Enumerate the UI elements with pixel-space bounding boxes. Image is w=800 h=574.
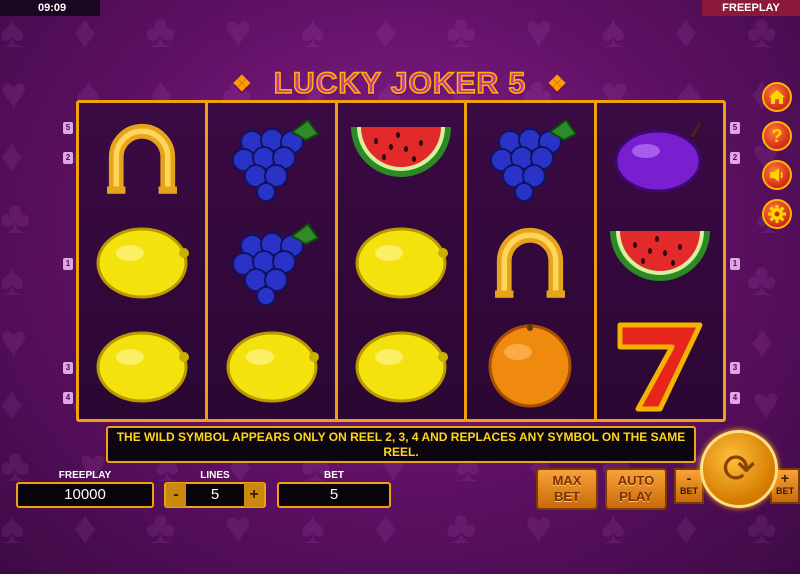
- grapes-icon: [490, 118, 578, 202]
- horseshoe-icon: [495, 227, 566, 298]
- orange-symbol: [467, 313, 593, 417]
- lemon-icon: [226, 331, 319, 403]
- help-icon: ?: [771, 125, 783, 146]
- gear-icon: [768, 205, 786, 223]
- max-bet-button[interactable]: MAX BET: [536, 468, 598, 510]
- payline-marker[interactable]: 5: [63, 122, 73, 134]
- watermelon-symbol: [597, 209, 723, 313]
- horseshoe-symbol: [467, 209, 593, 313]
- ornament-right-icon: ❖: [547, 71, 568, 96]
- ornament-left-icon: ❖: [232, 71, 253, 96]
- horseshoe-symbol: [79, 105, 205, 209]
- reel-5: [596, 103, 724, 419]
- mode-badge: FREEPLAY: [702, 0, 800, 16]
- lemon-icon: [96, 331, 190, 403]
- lemon-icon: [96, 227, 190, 299]
- grapes-symbol: [208, 105, 334, 209]
- bet-label: BET: [324, 470, 344, 481]
- auto-play-line2: PLAY: [619, 489, 653, 504]
- reel-4: [467, 103, 597, 419]
- max-bet-line2: BET: [554, 489, 580, 504]
- lines-minus-button[interactable]: -: [166, 483, 186, 507]
- reel-1: [79, 103, 209, 419]
- reel-2: [208, 103, 338, 419]
- payline-marker[interactable]: 3: [730, 362, 740, 374]
- reels-frame: [76, 100, 726, 422]
- lemon-symbol: [338, 209, 464, 313]
- grapes-icon: [231, 222, 320, 306]
- watermelon-icon: [351, 127, 452, 177]
- payline-marker[interactable]: 4: [63, 392, 73, 404]
- watermelon-icon: [609, 231, 710, 281]
- sound-button[interactable]: [762, 160, 792, 190]
- payline-marker[interactable]: 2: [730, 152, 740, 164]
- reel-3: [337, 103, 468, 419]
- plum-icon: [614, 122, 702, 193]
- seven-symbol: [597, 313, 723, 417]
- auto-play-line1: AUTO: [617, 473, 655, 488]
- grapes-symbol: [467, 105, 593, 209]
- lemon-symbol: [338, 313, 464, 417]
- spin-button[interactable]: ⟳: [700, 430, 778, 508]
- lemon-symbol: [79, 209, 205, 313]
- lines-plus-button[interactable]: +: [244, 483, 264, 507]
- clock: 09:09: [0, 0, 100, 16]
- settings-button[interactable]: [762, 199, 792, 229]
- lines-value: 5: [210, 486, 220, 503]
- freeplay-label: FREEPLAY: [58, 470, 112, 481]
- bet-value: 5: [277, 482, 391, 508]
- orange-icon: [488, 324, 572, 408]
- grapes-symbol: [208, 209, 334, 313]
- max-bet-line1: MAX: [552, 473, 582, 488]
- help-button[interactable]: ?: [762, 121, 792, 151]
- freeplay-balance: 10000: [16, 482, 154, 508]
- payline-marker[interactable]: 1: [63, 258, 73, 270]
- payline-marker[interactable]: 5: [730, 122, 740, 134]
- seven-icon: [617, 322, 703, 412]
- payline-marker[interactable]: 1: [730, 258, 740, 270]
- home-button[interactable]: [762, 82, 792, 112]
- payline-marker[interactable]: 2: [63, 152, 73, 164]
- bet-plus-label: BET: [776, 486, 794, 496]
- auto-play-button[interactable]: AUTO PLAY: [605, 468, 667, 510]
- lines-label: LINES: [200, 470, 230, 481]
- plum-symbol: [597, 105, 723, 209]
- game-title: LUCKY JOKER 5: [273, 66, 527, 101]
- grapes-icon: [231, 118, 320, 202]
- home-icon: [769, 90, 785, 104]
- payline-marker[interactable]: 4: [730, 392, 740, 404]
- spin-icon: ⟳: [722, 447, 756, 491]
- sound-icon: [770, 168, 783, 182]
- lemon-symbol: [208, 313, 334, 417]
- horseshoe-icon: [107, 123, 178, 194]
- lemon-symbol: [79, 313, 205, 417]
- bet-minus-label: BET: [680, 486, 698, 496]
- game-logo: ❖ LUCKY JOKER 5 ❖: [230, 66, 570, 103]
- watermelon-symbol: [338, 105, 464, 209]
- lemon-icon: [355, 331, 449, 403]
- payline-marker[interactable]: 3: [63, 362, 73, 374]
- info-message: THE WILD SYMBOL APPEARS ONLY ON REEL 2, …: [106, 426, 696, 463]
- bet-minus-sign: -: [686, 470, 692, 486]
- lemon-icon: [355, 227, 449, 299]
